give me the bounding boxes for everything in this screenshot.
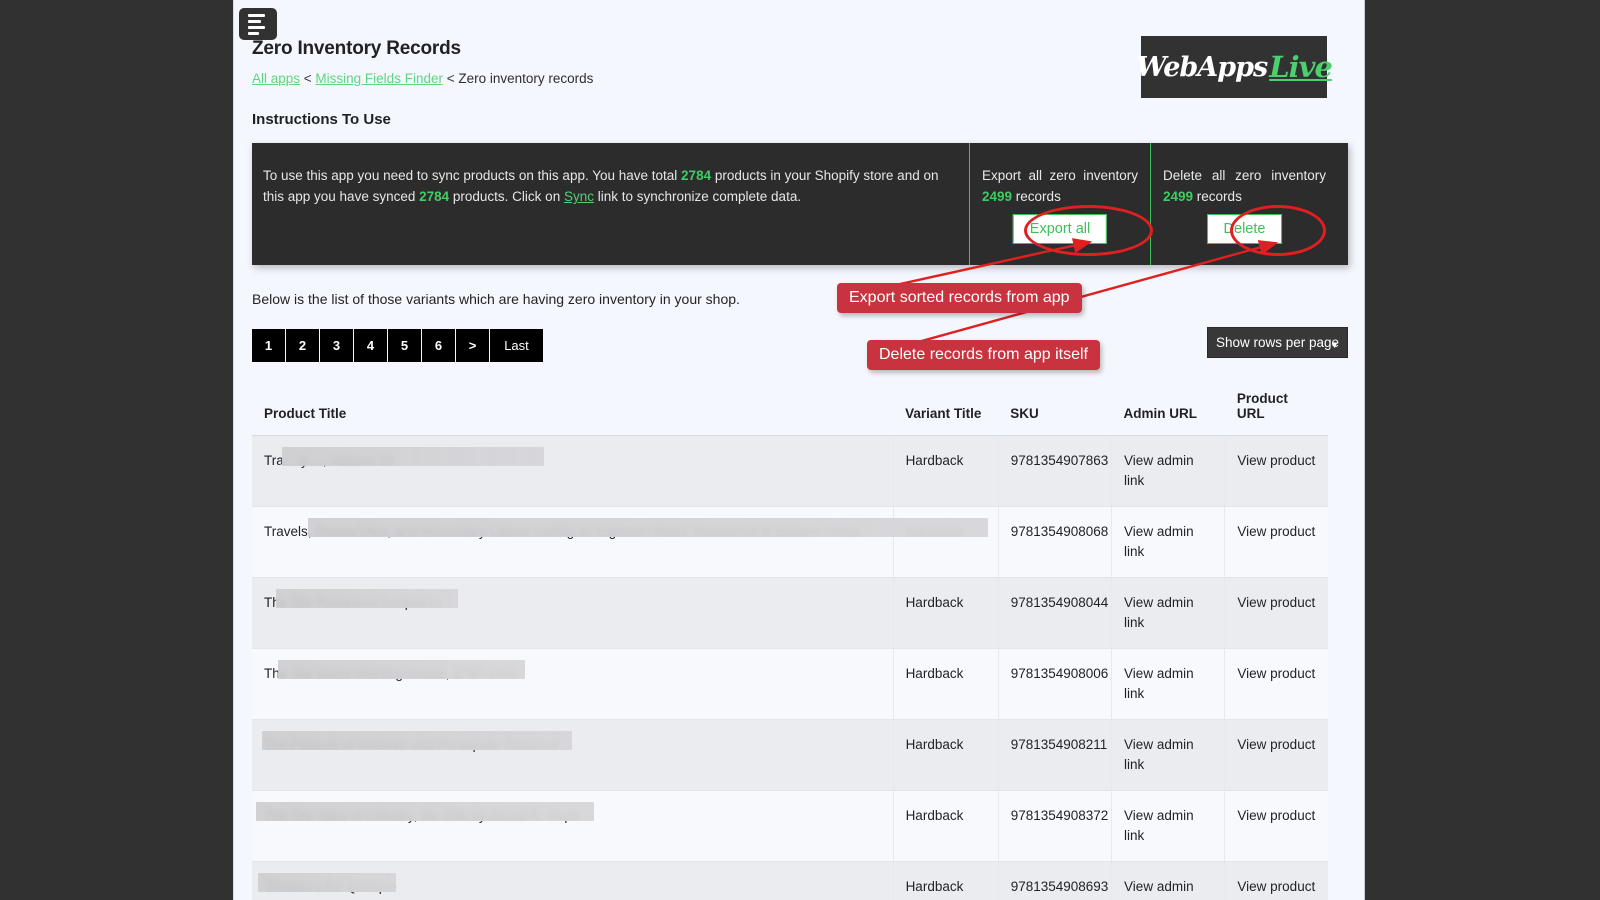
records-table: Product Title Variant Title SKU Admin UR…: [252, 371, 1328, 900]
column-header-admin-url[interactable]: Admin URL: [1111, 371, 1225, 436]
cell-admin-url-link[interactable]: View admin link: [1111, 435, 1225, 507]
export-all-button[interactable]: Export all: [1012, 214, 1108, 244]
cell-product-url-link[interactable]: View product: [1224, 719, 1328, 791]
table-row: The Old Testament ScripturesHardback9781…: [252, 577, 1328, 649]
delete-all-panel: Delete all zero inventory 2499 records D…: [1150, 143, 1338, 265]
cell-variant-title: Hardback: [892, 577, 999, 649]
instructions-text: To use this app you need to sync product…: [252, 143, 969, 265]
cell-product-url-link[interactable]: View product: [1224, 577, 1328, 649]
redaction-bar: [258, 872, 396, 892]
cell-product-url-link[interactable]: View product: [1224, 790, 1328, 862]
cell-product-title: Travels, Researches, and Missionary Labo…: [252, 506, 988, 578]
sync-link[interactable]: Sync: [564, 189, 594, 204]
instructions-panel: To use this app you need to sync product…: [252, 143, 1348, 265]
cell-variant-title: Hardback: [892, 790, 999, 862]
column-header-sku[interactable]: SKU: [998, 371, 1112, 436]
table-row: The Palaces of Nineveh and Persepolis Re…: [252, 719, 1328, 791]
cell-product-title: The Palaces of Nineveh and Persepolis Re…: [252, 719, 894, 791]
cell-sku: 9781354908693: [997, 861, 1112, 900]
redaction-bar: [282, 446, 544, 466]
screen: WebApps Live Zero Inventory Records All …: [0, 0, 1600, 900]
cell-sku: 9781354908372: [997, 790, 1112, 862]
pagination-page-6[interactable]: 6: [422, 329, 456, 362]
list-intro-text: Below is the list of those variants whic…: [252, 291, 740, 307]
content-panel: WebApps Live Zero Inventory Records All …: [233, 0, 1365, 900]
instructions-text-part4: link to synchronize complete data.: [593, 189, 802, 204]
cell-product-title: Tra…ty ..., Volume 29: [252, 435, 894, 507]
cell-sku: 9781354908006: [997, 648, 1112, 720]
breadcrumb: All apps < Missing Fields Finder < Zero …: [252, 71, 1348, 86]
delete-label-prefix: Delete all zero inventory: [1163, 168, 1326, 183]
delete-all-button[interactable]: Delete: [1206, 214, 1283, 244]
breadcrumb-link-all-apps[interactable]: All apps: [252, 71, 300, 86]
cell-variant-title: Hardback: [892, 719, 999, 791]
cell-product-title: The Old Tales of Chivalry, Re-Told by As…: [252, 790, 894, 862]
column-header-product-url[interactable]: Product URL: [1224, 371, 1328, 436]
cell-sku: 9781354907863: [997, 435, 1112, 507]
table-row: Thetiam Libri QuinqueHardback97813549086…: [252, 861, 1328, 900]
table-header-row: Product Title Variant Title SKU Admin UR…: [252, 371, 1328, 436]
cell-admin-url-link[interactable]: View admin link: [1111, 577, 1225, 649]
page-title: Zero Inventory Records: [252, 38, 461, 59]
instructions-text-part3: products. Click on: [449, 189, 564, 204]
table-row: The Old Stone Meeting House, 1767-1932Ha…: [252, 648, 1328, 720]
cell-admin-url-link[interactable]: View admin link: [1111, 790, 1225, 862]
pagination: 1 2 3 4 5 6 > Last: [252, 329, 1348, 362]
pagination-last-button[interactable]: Last: [490, 329, 544, 362]
synced-products-count: 2784: [419, 189, 450, 204]
breadcrumb-sep-1: <: [300, 71, 316, 86]
export-label-prefix: Export all zero inventory: [982, 168, 1138, 183]
cell-admin-url-link[interactable]: View admin link: [1111, 861, 1225, 900]
cell-product-url-link[interactable]: View product: [1224, 861, 1328, 900]
redaction-bar: [276, 588, 458, 608]
export-label-suffix: records: [1012, 189, 1061, 204]
cell-product-title: Thetiam Libri Quinque: [252, 861, 894, 900]
cell-product-url-link[interactable]: View product: [1224, 506, 1328, 578]
cell-admin-url-link[interactable]: View admin link: [1111, 506, 1225, 578]
redaction-bar: [262, 730, 572, 750]
cell-variant-title: Hardback: [892, 648, 999, 720]
breadcrumb-sep-2: <: [442, 71, 459, 86]
delete-record-count: 2499: [1163, 189, 1194, 204]
cell-admin-url-link[interactable]: View admin link: [1111, 648, 1225, 720]
redaction-bar: [256, 801, 594, 821]
pagination-row: 123456>Last Show rows per page102550100 …: [252, 327, 1348, 362]
cell-sku: 9781354908068: [997, 506, 1112, 578]
export-all-label: Export all zero inventory 2499 records: [982, 165, 1138, 207]
breadcrumb-current: Zero inventory records: [458, 71, 594, 86]
pagination-page-5[interactable]: 5: [388, 329, 422, 362]
export-record-count: 2499: [982, 189, 1013, 204]
column-header-variant-title[interactable]: Variant Title: [893, 371, 999, 436]
records-table-body: Tra…ty ..., Volume 29Hardback97813549078…: [252, 435, 1328, 900]
pagination-page-3[interactable]: 3: [320, 329, 354, 362]
rows-per-page-select[interactable]: Show rows per page102550100: [1207, 327, 1348, 358]
total-products-count: 2784: [681, 168, 712, 183]
delete-all-label: Delete all zero inventory 2499 records: [1163, 165, 1326, 207]
instructions-heading: Instructions To Use: [252, 111, 391, 128]
cell-variant-title: Hardback: [892, 506, 999, 578]
cell-product-title: The Old Stone Meeting House, 1767-1932: [252, 648, 894, 720]
pagination-page-2[interactable]: 2: [286, 329, 320, 362]
instructions-text-part1: To use this app you need to sync product…: [263, 168, 682, 183]
table-row: Travels, Researches, and Missionary Labo…: [252, 506, 1328, 578]
table-row: The Old Tales of Chivalry, Re-Told by As…: [252, 790, 1328, 862]
cell-sku: 9781354908044: [997, 577, 1112, 649]
pagination-page-1[interactable]: 1: [252, 329, 286, 362]
column-header-product-title[interactable]: Product Title: [252, 371, 894, 436]
cell-product-url-link[interactable]: View product: [1224, 648, 1328, 720]
table-row: Tra…ty ..., Volume 29Hardback97813549078…: [252, 435, 1328, 507]
delete-label-suffix: records: [1193, 189, 1242, 204]
pagination-page-4[interactable]: 4: [354, 329, 388, 362]
cell-admin-url-link[interactable]: View admin link: [1111, 719, 1225, 791]
cell-variant-title: Hardback: [892, 861, 999, 900]
cell-product-title: The Old Testament Scriptures: [252, 577, 894, 649]
export-all-panel: Export all zero inventory 2499 records E…: [969, 143, 1150, 265]
pagination-next-button[interactable]: >: [456, 329, 490, 362]
cell-product-url-link[interactable]: View product: [1224, 435, 1328, 507]
redaction-bar: [278, 659, 525, 679]
cell-variant-title: Hardback: [892, 435, 999, 507]
breadcrumb-link-missing-fields-finder[interactable]: Missing Fields Finder: [315, 71, 443, 86]
cell-sku: 9781354908211: [997, 719, 1112, 791]
redaction-bar: [308, 517, 988, 537]
